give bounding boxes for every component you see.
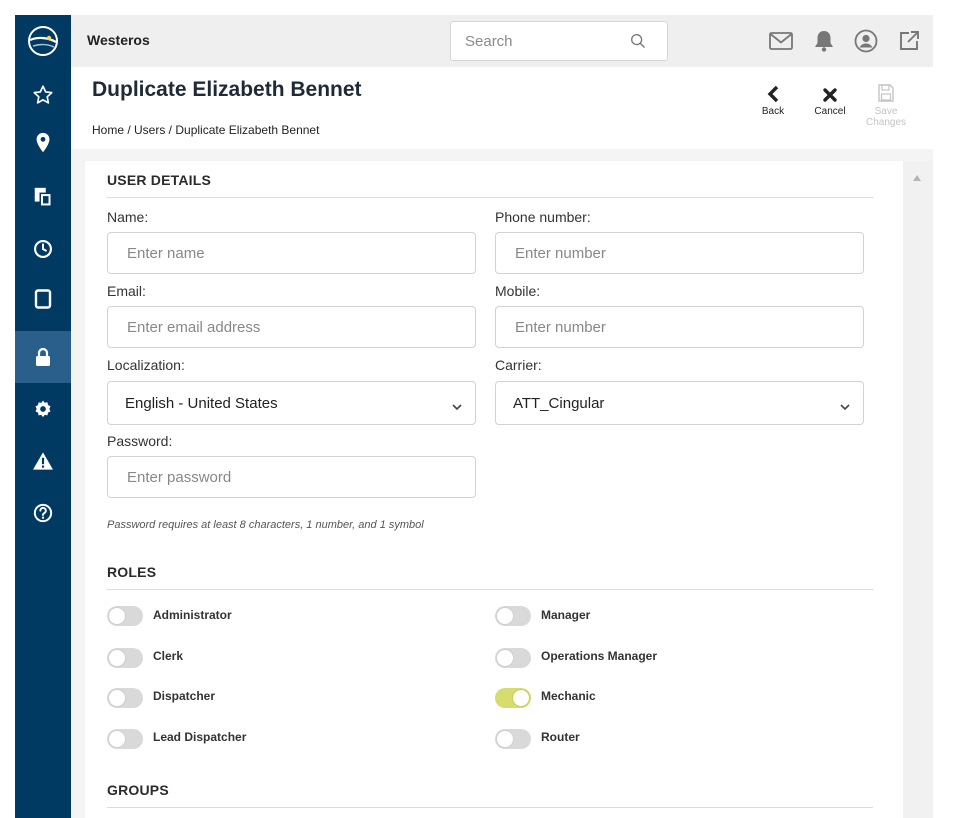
bell-icon[interactable]	[810, 27, 838, 55]
search-icon[interactable]	[629, 32, 647, 55]
carrier-label: Carrier:	[495, 357, 542, 373]
clock-icon[interactable]	[15, 223, 71, 275]
save-changes-button[interactable]: Save Changes	[861, 79, 911, 128]
scroll-up-arrow-icon[interactable]	[912, 169, 922, 187]
cancel-label: Cancel	[814, 106, 846, 117]
tablet-icon[interactable]	[15, 273, 71, 325]
toggle-knob	[108, 649, 126, 667]
toggle-knob	[496, 730, 514, 748]
lock-icon[interactable]	[15, 331, 71, 383]
back-label: Back	[761, 106, 785, 117]
app-name: Westeros	[87, 32, 150, 48]
chevron-left-icon	[748, 79, 798, 103]
documents-icon[interactable]	[15, 171, 71, 223]
phone-number-field-box	[495, 232, 864, 274]
mail-icon[interactable]	[767, 27, 795, 55]
external-link-icon[interactable]	[895, 27, 923, 55]
toggle-knob	[512, 689, 530, 707]
save-icon	[861, 79, 911, 103]
star-icon[interactable]	[15, 69, 71, 121]
cancel-button[interactable]: Cancel	[805, 79, 855, 117]
role-label: Mechanic	[541, 689, 596, 703]
carrier-select[interactable]: ATT_Cingular	[495, 381, 864, 425]
toggle-knob	[496, 607, 514, 625]
user-profile-icon[interactable]	[852, 27, 880, 55]
role-label: Dispatcher	[153, 689, 216, 703]
page-header: Duplicate Elizabeth Bennet Home / Users …	[71, 67, 933, 149]
toggle-knob	[108, 607, 126, 625]
toggle-knob	[496, 649, 514, 667]
dispatcher-toggle[interactable]	[107, 688, 143, 708]
role-label: Administrator	[153, 608, 232, 622]
lead-dispatcher-toggle[interactable]	[107, 729, 143, 749]
user-details-heading: USER DETAILS	[107, 172, 212, 188]
phone-number-label: Phone number:	[495, 209, 591, 225]
router-toggle[interactable]	[495, 729, 531, 749]
operations-manager-toggle[interactable]	[495, 648, 531, 668]
location-pin-icon[interactable]	[15, 117, 71, 169]
role-label: Lead Dispatcher	[153, 730, 247, 744]
scrollbar[interactable]	[903, 161, 933, 818]
password-hint: Password requires at least 8 characters,…	[107, 519, 424, 531]
clerk-toggle[interactable]	[107, 648, 143, 668]
save-changes-label: Save Changes	[865, 106, 907, 128]
toggle-knob	[108, 689, 126, 707]
back-button[interactable]: Back	[748, 79, 798, 117]
close-icon	[805, 79, 855, 103]
phone-number-input[interactable]	[496, 233, 863, 273]
role-label: Clerk	[153, 649, 184, 663]
role-label: Manager	[541, 608, 591, 622]
carrier-value: ATT_Cingular	[513, 395, 605, 412]
password-label: Password:	[107, 433, 173, 449]
warning-icon[interactable]	[15, 435, 71, 487]
administrator-toggle[interactable]	[107, 606, 143, 626]
localization-select[interactable]: English - United States	[107, 381, 476, 425]
gear-icon[interactable]	[15, 383, 71, 435]
breadcrumb[interactable]: Home / Users / Duplicate Elizabeth Benne…	[92, 123, 319, 137]
mobile-field-box	[495, 306, 864, 348]
mobile-label: Mobile:	[495, 283, 541, 299]
section-divider	[107, 807, 873, 808]
role-label: Operations Manager	[541, 649, 658, 663]
password-input[interactable]	[108, 457, 475, 497]
chevron-down-icon	[839, 398, 851, 416]
mechanic-toggle[interactable]	[495, 688, 531, 708]
name-input[interactable]	[108, 233, 475, 273]
name-field-box	[107, 232, 476, 274]
localization-label: Localization:	[107, 357, 185, 373]
top-bar: Westeros	[71, 15, 933, 67]
search-box	[450, 21, 668, 61]
user-form: USER DETAILS Name: Phone number: Email: …	[85, 161, 903, 818]
section-divider	[107, 589, 873, 590]
search-input[interactable]	[451, 22, 621, 60]
toggle-knob	[108, 730, 126, 748]
logo-icon[interactable]	[15, 15, 71, 67]
manager-toggle[interactable]	[495, 606, 531, 626]
email-input[interactable]	[108, 307, 475, 347]
name-label: Name:	[107, 209, 149, 225]
password-field-box	[107, 456, 476, 498]
chevron-down-icon	[451, 398, 463, 416]
sidebar	[15, 15, 71, 818]
role-label: Router	[541, 730, 580, 744]
app-window: Westeros Duplicate Elizabeth Bennet Home…	[15, 15, 933, 818]
section-divider	[107, 197, 873, 198]
email-field-box	[107, 306, 476, 348]
help-icon[interactable]	[15, 487, 71, 539]
localization-value: English - United States	[125, 395, 278, 412]
roles-heading: ROLES	[107, 564, 157, 580]
page-title: Duplicate Elizabeth Bennet	[92, 78, 362, 101]
groups-heading: GROUPS	[107, 782, 169, 798]
mobile-input[interactable]	[496, 307, 863, 347]
email-label: Email:	[107, 283, 146, 299]
